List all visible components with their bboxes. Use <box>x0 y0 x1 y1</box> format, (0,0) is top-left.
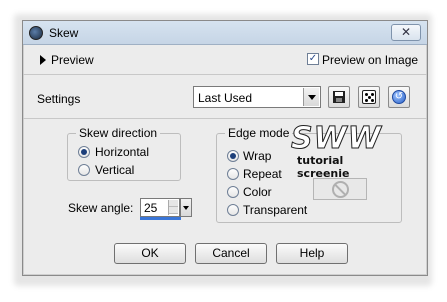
preview-on-image-label[interactable]: Preview on Image <box>322 53 418 67</box>
skew-angle-slider-bar[interactable] <box>140 217 181 220</box>
settings-label: Settings <box>37 92 81 106</box>
reset-button[interactable]: ↺ <box>388 86 410 108</box>
settings-row: Settings Last Used ↺ <box>23 75 427 119</box>
skew-angle-input[interactable]: 25 <box>140 198 180 217</box>
cancel-button[interactable]: Cancel <box>195 243 267 264</box>
wrap-radio[interactable] <box>227 150 239 162</box>
horizontal-label[interactable]: Horizontal <box>95 145 149 159</box>
skew-dialog: Skew ✕ Preview ✓ Preview on Image Settin… <box>22 20 428 276</box>
edge-mode-title: Edge mode <box>225 126 293 140</box>
transparent-radio[interactable] <box>227 204 239 216</box>
chevron-down-icon[interactable] <box>303 88 319 106</box>
watermark-caption: tutorial screenie <box>297 154 350 180</box>
ok-button[interactable]: OK <box>114 243 186 264</box>
skew-angle-dropdown-button[interactable] <box>180 198 192 217</box>
skew-angle-value: 25 <box>144 201 158 215</box>
title-bar[interactable]: Skew ✕ <box>23 21 427 45</box>
repeat-label[interactable]: Repeat <box>243 167 282 181</box>
skew-angle-spinner[interactable] <box>168 200 178 215</box>
preview-on-image-checkbox[interactable]: ✓ <box>307 53 319 65</box>
skew-angle-label: Skew angle: <box>68 201 134 215</box>
save-icon <box>333 91 345 103</box>
color-radio[interactable] <box>227 186 239 198</box>
reset-icon: ↺ <box>392 90 406 104</box>
app-icon <box>29 26 43 40</box>
watermark-logo-text: SWW <box>291 121 382 157</box>
settings-selected-value: Last Used <box>198 91 253 105</box>
skew-direction-title: Skew direction <box>76 126 161 140</box>
settings-dropdown[interactable]: Last Used <box>193 86 321 108</box>
wrap-label[interactable]: Wrap <box>243 149 271 163</box>
close-icon: ✕ <box>400 25 412 39</box>
preview-toggle-label[interactable]: Preview <box>51 53 94 67</box>
randomize-button[interactable] <box>358 86 380 108</box>
randomize-dice-icon <box>362 90 376 104</box>
window-title: Skew <box>49 26 79 40</box>
color-label[interactable]: Color <box>243 185 272 199</box>
vertical-label[interactable]: Vertical <box>95 163 134 177</box>
no-symbol-icon <box>332 181 349 198</box>
skew-direction-group: Skew direction Horizontal Vertical <box>67 126 181 181</box>
help-button[interactable]: Help <box>276 243 348 264</box>
vertical-radio[interactable] <box>78 164 90 176</box>
save-preset-button[interactable] <box>328 86 350 108</box>
edge-color-swatch <box>313 178 367 200</box>
sww-watermark-logo: SWW tutorial screenie <box>289 121 389 181</box>
close-button[interactable]: ✕ <box>391 24 421 41</box>
preview-row: Preview ✓ Preview on Image <box>23 45 427 75</box>
horizontal-radio[interactable] <box>78 146 90 158</box>
transparent-label[interactable]: Transparent <box>243 203 307 217</box>
repeat-radio[interactable] <box>227 168 239 180</box>
expand-triangle-icon[interactable] <box>40 55 46 65</box>
